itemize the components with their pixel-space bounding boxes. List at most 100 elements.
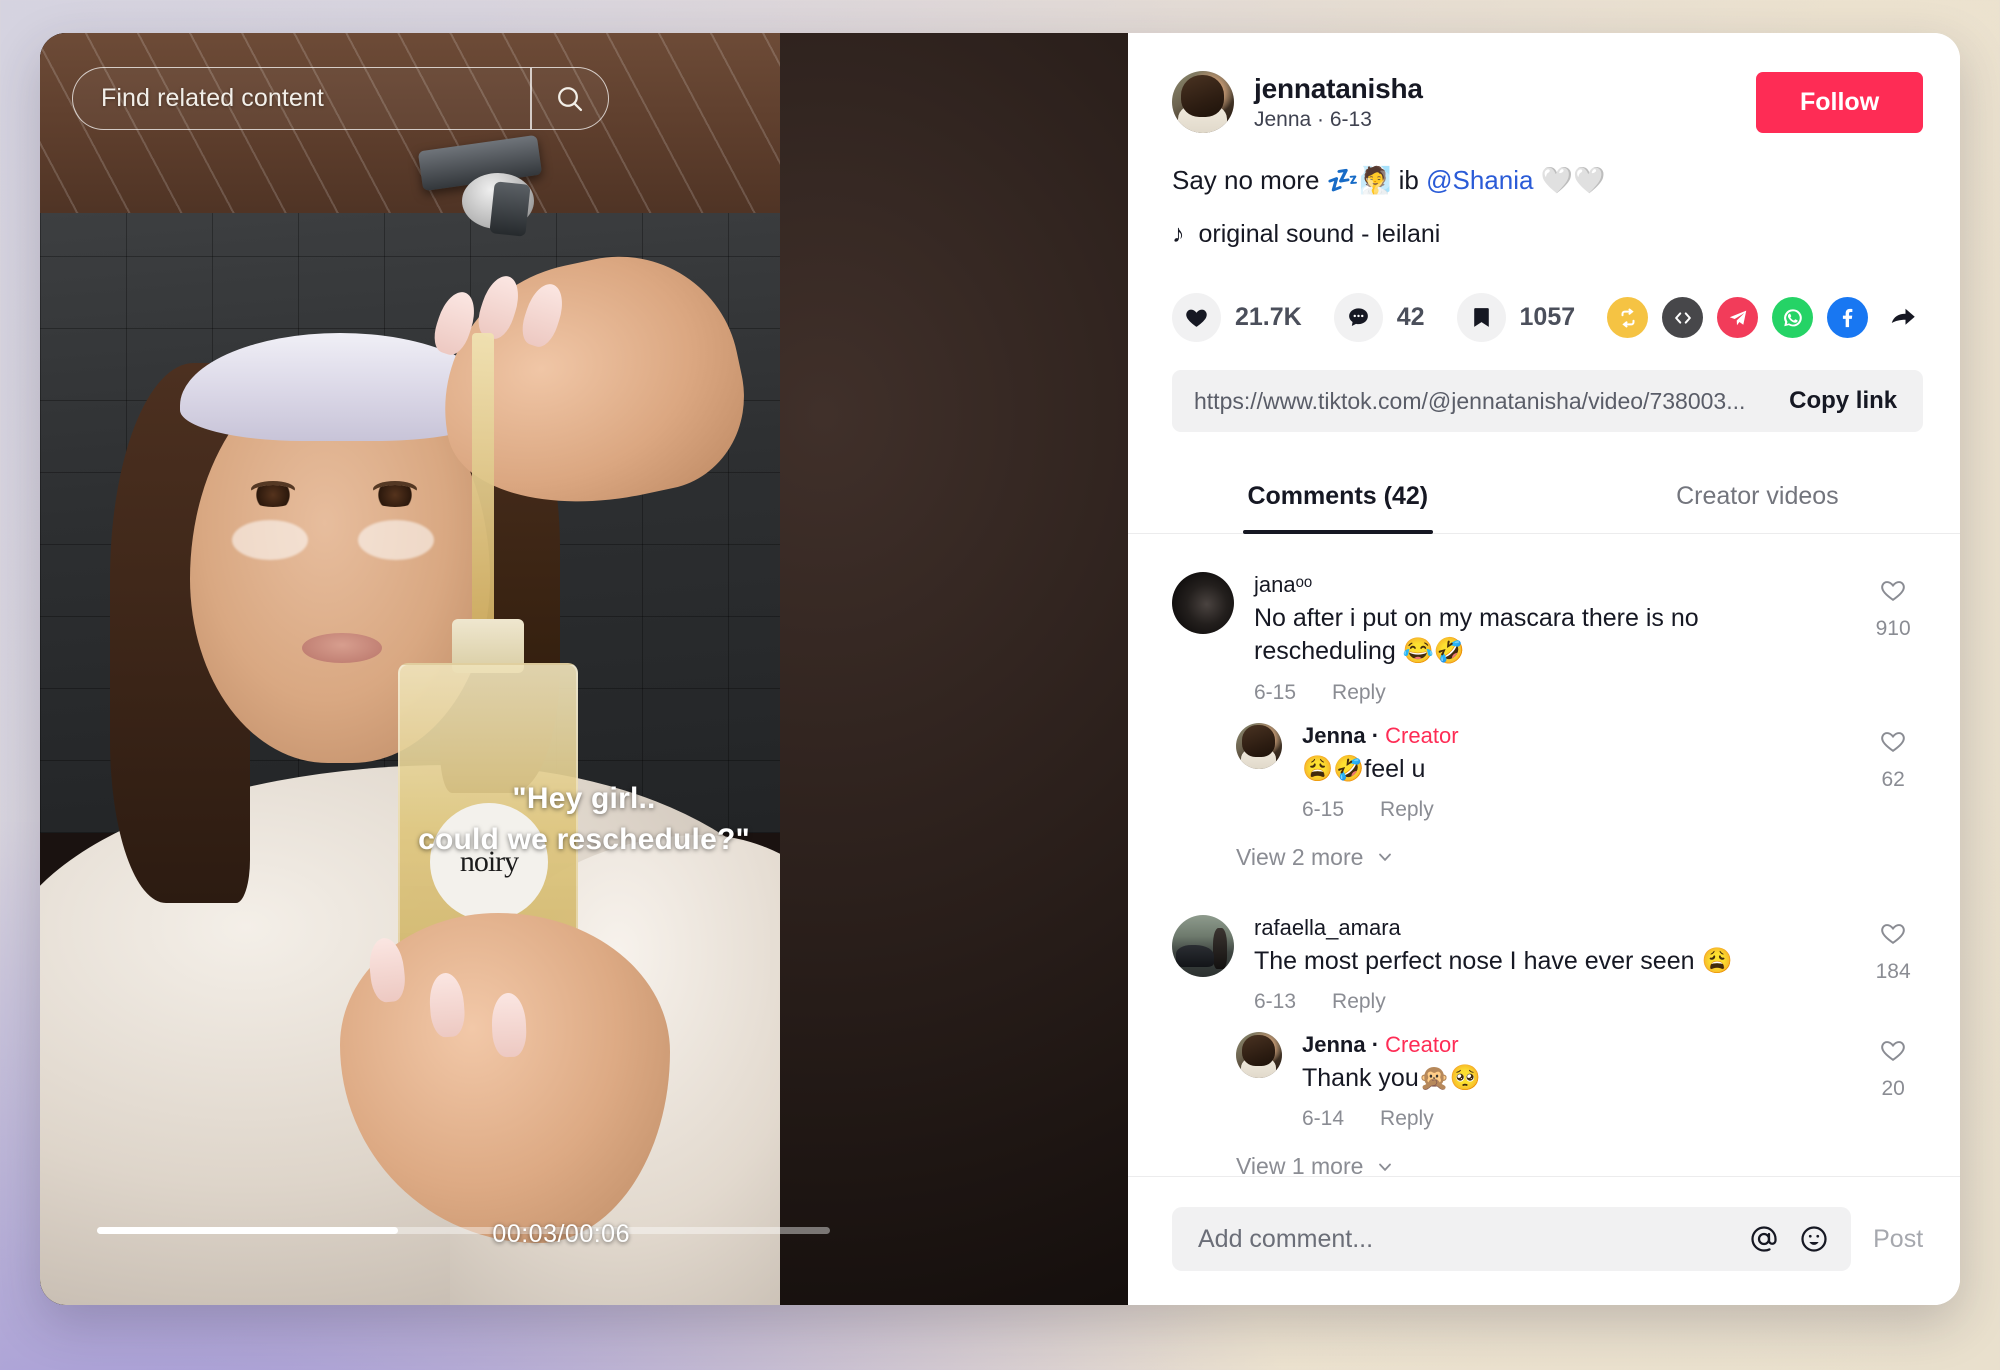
comment-stat[interactable]: 42 xyxy=(1333,293,1425,343)
comment-like-count: 910 xyxy=(1875,617,1911,641)
embed-code-icon[interactable] xyxy=(1662,297,1704,339)
commenter-name[interactable]: rafaella_amara xyxy=(1254,915,1843,941)
progress-track[interactable] xyxy=(97,1226,830,1234)
facebook-icon[interactable] xyxy=(1827,297,1869,339)
comment-like-count: 184 xyxy=(1875,959,1911,983)
comment-body: janaᵒᵒ No after i put on my mascara ther… xyxy=(1254,572,1843,705)
repost-icon[interactable] xyxy=(1607,297,1649,339)
author-display-name-and-date: Jenna · 6-13 xyxy=(1254,108,1372,132)
comment-button[interactable] xyxy=(1333,293,1383,343)
follow-button[interactable]: Follow xyxy=(1756,71,1924,133)
replier-name[interactable]: Jenna · Creator xyxy=(1302,1032,1843,1058)
comment-like-group[interactable]: 184 xyxy=(1863,915,1923,1014)
heart-outline-icon[interactable] xyxy=(1879,576,1907,604)
at-mention-icon[interactable] xyxy=(1749,1224,1779,1254)
video-detail-modal: noiry "Hey girl.. could we reschedule?" … xyxy=(40,33,1960,1305)
composer-icons xyxy=(1749,1224,1829,1254)
author-meta: jennatanisha Jenna · 6-13 xyxy=(1254,72,1736,132)
commenter-name[interactable]: janaᵒᵒ xyxy=(1254,572,1843,598)
replier-avatar[interactable] xyxy=(1236,1032,1282,1079)
reply-like-count: 62 xyxy=(1881,767,1905,791)
comment-composer: Add comment... Post xyxy=(1128,1176,1960,1305)
bookmark-icon xyxy=(1473,308,1489,327)
search-input[interactable]: Find related content xyxy=(73,84,530,113)
reply-like-group[interactable]: 20 xyxy=(1863,1032,1923,1131)
comments-list[interactable]: janaᵒᵒ No after i put on my mascara ther… xyxy=(1128,534,1960,1176)
copy-link-button[interactable]: Copy link xyxy=(1771,387,1897,415)
comment-text: The most perfect nose I have ever seen 😩 xyxy=(1254,946,1733,975)
comment-reply-item: Jenna · Creator 😩🤣feel u 6-15 Reply 62 xyxy=(1236,705,1923,822)
reply-text: Thank you🙊🥺 xyxy=(1302,1064,1481,1093)
video-player-pane[interactable]: noiry "Hey girl.. could we reschedule?" … xyxy=(40,33,1128,1305)
mention-link-shania[interactable]: @Shania xyxy=(1426,165,1533,195)
share-arrow-icon[interactable] xyxy=(1882,297,1923,338)
share-icons-row xyxy=(1607,297,1923,339)
reply-like-group[interactable]: 62 xyxy=(1863,723,1923,822)
save-button[interactable] xyxy=(1456,293,1506,343)
commenter-avatar[interactable] xyxy=(1172,572,1234,635)
whatsapp-icon[interactable] xyxy=(1772,297,1814,339)
chevron-down-icon xyxy=(1379,1163,1392,1171)
creator-badge: Creator xyxy=(1385,722,1459,748)
comment-reply-button[interactable]: Reply xyxy=(1332,990,1386,1014)
like-count: 21.7K xyxy=(1235,303,1302,332)
reply-meta: 6-14 Reply xyxy=(1302,1107,1843,1131)
telegram-icon[interactable] xyxy=(1717,297,1759,339)
tab-comments[interactable]: Comments (42) xyxy=(1128,462,1548,533)
heart-outline-icon[interactable] xyxy=(1879,1036,1907,1064)
tab-creator-videos[interactable]: Creator videos xyxy=(1548,462,1960,533)
reply-reply-button[interactable]: Reply xyxy=(1380,798,1434,822)
music-title[interactable]: original sound - leilani xyxy=(1199,220,1441,249)
comment-like-group[interactable]: 910 xyxy=(1863,572,1923,705)
author-avatar[interactable] xyxy=(1172,71,1234,133)
description-text-pre: Say no more xyxy=(1172,165,1327,195)
reply-reply-button[interactable]: Reply xyxy=(1380,1107,1434,1131)
replier-avatar[interactable] xyxy=(1236,722,1282,769)
music-row[interactable]: ♪ original sound - leilani xyxy=(1172,220,1923,249)
reply-body: Jenna · Creator Thank you🙊🥺 6-14 Reply xyxy=(1302,1032,1843,1131)
video-frame[interactable]: noiry xyxy=(40,33,780,1305)
comment-item: rafaella_amara The most perfect nose I h… xyxy=(1172,897,1923,1014)
heart-icon xyxy=(1186,309,1207,327)
replier-name[interactable]: Jenna · Creator xyxy=(1302,723,1843,749)
comment-item: janaᵒᵒ No after i put on my mascara ther… xyxy=(1172,554,1923,705)
video-overlay-caption: "Hey girl.. could we reschedule?" xyxy=(40,778,1128,861)
post-comment-button[interactable]: Post xyxy=(1873,1225,1923,1254)
post-description: Say no more 💤🧖 ib @Shania 🤍🤍 xyxy=(1172,163,1923,198)
description-emoji-1: 💤🧖 xyxy=(1326,165,1392,195)
engagement-stats-row: 21.7K 42 1057 xyxy=(1128,293,1960,343)
comment-text: No after i put on my mascara there is no… xyxy=(1254,604,1699,666)
add-comment-placeholder[interactable]: Add comment... xyxy=(1198,1225,1749,1254)
video-still-image: noiry xyxy=(40,33,780,1305)
post-header: jennatanisha Jenna · 6-13 Follow Say no … xyxy=(1128,33,1960,249)
replier-username[interactable]: Jenna xyxy=(1302,723,1366,748)
reply-meta: 6-15 Reply xyxy=(1302,798,1843,822)
description-text-mid: ib xyxy=(1391,165,1427,195)
comment-reply-button[interactable]: Reply xyxy=(1332,681,1386,705)
emoji-smiley-icon[interactable] xyxy=(1799,1224,1829,1254)
save-stat[interactable]: 1057 xyxy=(1456,293,1575,343)
author-username[interactable]: jennatanisha xyxy=(1254,72,1736,105)
view-more-replies-1[interactable]: View 2 more xyxy=(1236,844,1923,871)
comment-bubble-icon xyxy=(1348,308,1368,327)
creator-badge: Creator xyxy=(1385,1032,1459,1058)
view-more-replies-2[interactable]: View 1 more xyxy=(1236,1153,1923,1176)
heart-outline-icon[interactable] xyxy=(1879,919,1907,947)
commenter-avatar[interactable] xyxy=(1172,914,1234,977)
video-timestamp: 00:03/00:06 xyxy=(492,1220,630,1248)
description-emoji-2: 🤍🤍 xyxy=(1533,165,1606,195)
search-button[interactable] xyxy=(532,68,608,129)
reply-date: 6-14 xyxy=(1302,1107,1345,1131)
replier-username[interactable]: Jenna xyxy=(1302,1032,1366,1057)
comment-body: rafaella_amara The most perfect nose I h… xyxy=(1254,915,1843,1014)
find-related-content-search[interactable]: Find related content xyxy=(72,67,609,130)
add-comment-input[interactable]: Add comment... xyxy=(1172,1207,1852,1271)
info-tabs: Comments (42) Creator videos xyxy=(1128,462,1960,535)
view-more-label: View 2 more xyxy=(1236,843,1364,870)
video-info-pane: jennatanisha Jenna · 6-13 Follow Say no … xyxy=(1128,33,1960,1305)
like-button[interactable] xyxy=(1172,293,1221,343)
heart-outline-icon[interactable] xyxy=(1879,727,1907,755)
like-stat[interactable]: 21.7K xyxy=(1172,293,1302,343)
chevron-down-icon xyxy=(1379,853,1392,862)
comment-count: 42 xyxy=(1396,303,1425,332)
